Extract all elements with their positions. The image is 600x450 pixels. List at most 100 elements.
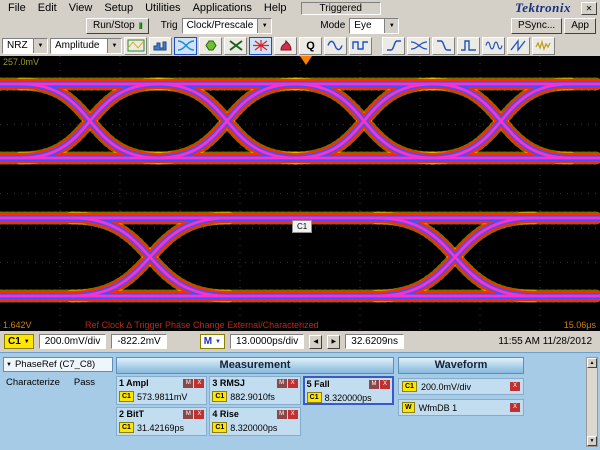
trigger-source-select[interactable]: Clock/Prescale ▼ — [182, 18, 273, 34]
run-icon: II — [139, 21, 142, 31]
menu-edit[interactable]: Edit — [32, 1, 63, 15]
measurement-grid: 1 Ampl M X C1 573.9811mV 3 RMSJ M X C1 8… — [116, 376, 394, 436]
panel-scrollbar[interactable]: ▲ ▼ — [586, 357, 598, 447]
measurement-source-select[interactable]: ▼ PhaseRef (C7_C8) — [3, 357, 113, 372]
menu-help[interactable]: Help — [258, 1, 293, 15]
waveform-section: Waveform C1 200.0mV/div X W WfmDB 1 X — [398, 357, 524, 416]
histogram-icon[interactable] — [149, 37, 172, 55]
minimize-icon[interactable]: M — [183, 410, 193, 419]
chevron-down-icon: ▼ — [33, 39, 47, 53]
position-left-button[interactable]: ◀ — [309, 335, 322, 349]
eye-wave-icon[interactable] — [407, 37, 430, 55]
rise-wave-icon[interactable] — [382, 37, 405, 55]
minimize-icon[interactable]: M — [277, 410, 287, 419]
grid-mask-icon[interactable] — [124, 37, 147, 55]
waveform-header: Waveform — [398, 357, 524, 374]
run-stop-button[interactable]: Run/Stop II — [86, 18, 149, 34]
waveform-item[interactable]: C1 200.0mV/div X — [398, 378, 524, 395]
mask-test-icon[interactable] — [199, 37, 222, 55]
flame-icon[interactable] — [274, 37, 297, 55]
fall-wave-icon[interactable] — [432, 37, 455, 55]
source-tag: C1 — [212, 422, 227, 433]
measurement-cell[interactable]: 4 Rise M X C1 8.320000ps — [209, 407, 300, 436]
channel-cursor-label[interactable]: C1 — [292, 220, 312, 233]
source-column: ▼ PhaseRef (C7_C8) Characterize Pass — [3, 357, 113, 388]
menu-utilities[interactable]: Utilities — [139, 1, 186, 15]
close-icon[interactable]: ✕ — [581, 2, 597, 15]
minimize-icon[interactable]: M — [277, 379, 287, 388]
scale-control-row: C1 ▼ 200.0mV/div -822.2mV M ▼ 13.0000ps/… — [0, 331, 600, 352]
display-mode-select[interactable]: Eye ▼ — [349, 18, 399, 34]
trigger-position-marker[interactable] — [300, 56, 312, 65]
run-stop-label: Run/Stop — [93, 20, 135, 31]
ramp-wave-icon[interactable] — [507, 37, 530, 55]
measurement-cell[interactable]: 2 BitT M X C1 31.42169ps — [116, 407, 207, 436]
measurement-label: 1 Ampl — [119, 378, 149, 388]
measurement-value: 8.320000ps — [325, 393, 372, 403]
annotation-left: 1.642V — [3, 320, 32, 330]
pass-status: Pass — [74, 377, 95, 388]
chevron-down-icon: ▼ — [384, 19, 398, 33]
horizontal-scale-readout[interactable]: 13.0000ps/div — [230, 334, 304, 349]
measurement-header: Measurement — [116, 357, 394, 374]
chevron-down-icon: ▼ — [107, 39, 121, 53]
signal-format-select[interactable]: NRZ ▼ — [2, 38, 48, 54]
square-wave-icon[interactable] — [349, 37, 372, 55]
channel-select[interactable]: C1 ▼ — [4, 334, 34, 349]
source-tag: C1 — [119, 422, 134, 433]
close-icon[interactable]: X — [288, 410, 298, 419]
pulse-wave-icon[interactable] — [457, 37, 480, 55]
parameter-select[interactable]: Amplitude ▼ — [50, 38, 122, 54]
menu-setup[interactable]: Setup — [98, 1, 139, 15]
psync-button[interactable]: PSync... — [511, 18, 562, 34]
vertical-scale-readout[interactable]: 200.0mV/div — [39, 334, 107, 349]
measurement-label: 5 Fall — [307, 379, 330, 389]
x-marker-icon[interactable] — [224, 37, 247, 55]
close-icon[interactable]: X — [194, 379, 204, 388]
minimize-icon[interactable]: M — [369, 380, 379, 389]
waveform-item-label: 200.0mV/div — [421, 382, 471, 392]
measurement-cell[interactable]: 3 RMSJ M X C1 882.9010fs — [209, 376, 300, 405]
menu-view[interactable]: View — [63, 1, 99, 15]
trigger-status-indicator: Triggered — [301, 2, 381, 15]
close-icon[interactable]: X — [194, 410, 204, 419]
characterize-tab[interactable]: Characterize — [6, 377, 60, 388]
signal-format-value: NRZ — [3, 39, 33, 53]
eye-measure-icon[interactable] — [174, 37, 197, 55]
horizontal-position-readout[interactable]: 32.6209ns — [345, 334, 404, 349]
minimize-icon[interactable]: M — [183, 379, 193, 388]
vertical-offset-readout[interactable]: -822.2mV — [111, 334, 166, 349]
measurement-value: 573.9811mV — [137, 392, 187, 402]
chevron-down-icon: ▼ — [24, 339, 30, 345]
noise-wave-icon[interactable] — [532, 37, 555, 55]
close-icon[interactable]: X — [380, 380, 390, 389]
dual-sine-icon[interactable] — [482, 37, 505, 55]
tektronix-logo: Tektronix — [515, 0, 571, 16]
trig-label: Trig — [157, 20, 182, 31]
close-icon[interactable]: X — [510, 403, 520, 412]
timebase-select[interactable]: M ▼ — [200, 334, 225, 349]
position-right-button[interactable]: ▶ — [327, 335, 340, 349]
measurement-label: 3 RMSJ — [212, 378, 245, 388]
scroll-down-icon[interactable]: ▼ — [587, 436, 597, 446]
timebase-label: M — [204, 336, 212, 347]
source-tag: C1 — [212, 391, 227, 402]
sine-wave-icon[interactable] — [324, 37, 347, 55]
measurement-value: 8.320000ps — [230, 423, 277, 433]
app-button[interactable]: App — [564, 18, 596, 34]
channel-label: C1 — [8, 336, 21, 347]
menu-file[interactable]: File — [2, 1, 32, 15]
jitter-burst-icon[interactable] — [249, 37, 272, 55]
measurement-value: 882.9010fs — [230, 392, 275, 402]
close-icon[interactable]: X — [288, 379, 298, 388]
waveform-item-label: WfmDB 1 — [419, 403, 458, 413]
scroll-up-icon[interactable]: ▲ — [587, 358, 597, 368]
measurement-cell[interactable]: 1 Ampl M X C1 573.9811mV — [116, 376, 207, 405]
waveform-item[interactable]: W WfmDB 1 X — [398, 399, 524, 416]
measurement-cell[interactable]: 5 Fall M X C1 8.320000ps — [303, 376, 394, 405]
menu-applications[interactable]: Applications — [187, 1, 258, 15]
close-icon[interactable]: X — [510, 382, 520, 391]
annotation-center: Ref Clock ∆ Trigger Phase Change Externa… — [85, 320, 319, 330]
q-letter: Q — [306, 40, 315, 52]
q-factor-icon[interactable]: Q — [299, 37, 322, 55]
